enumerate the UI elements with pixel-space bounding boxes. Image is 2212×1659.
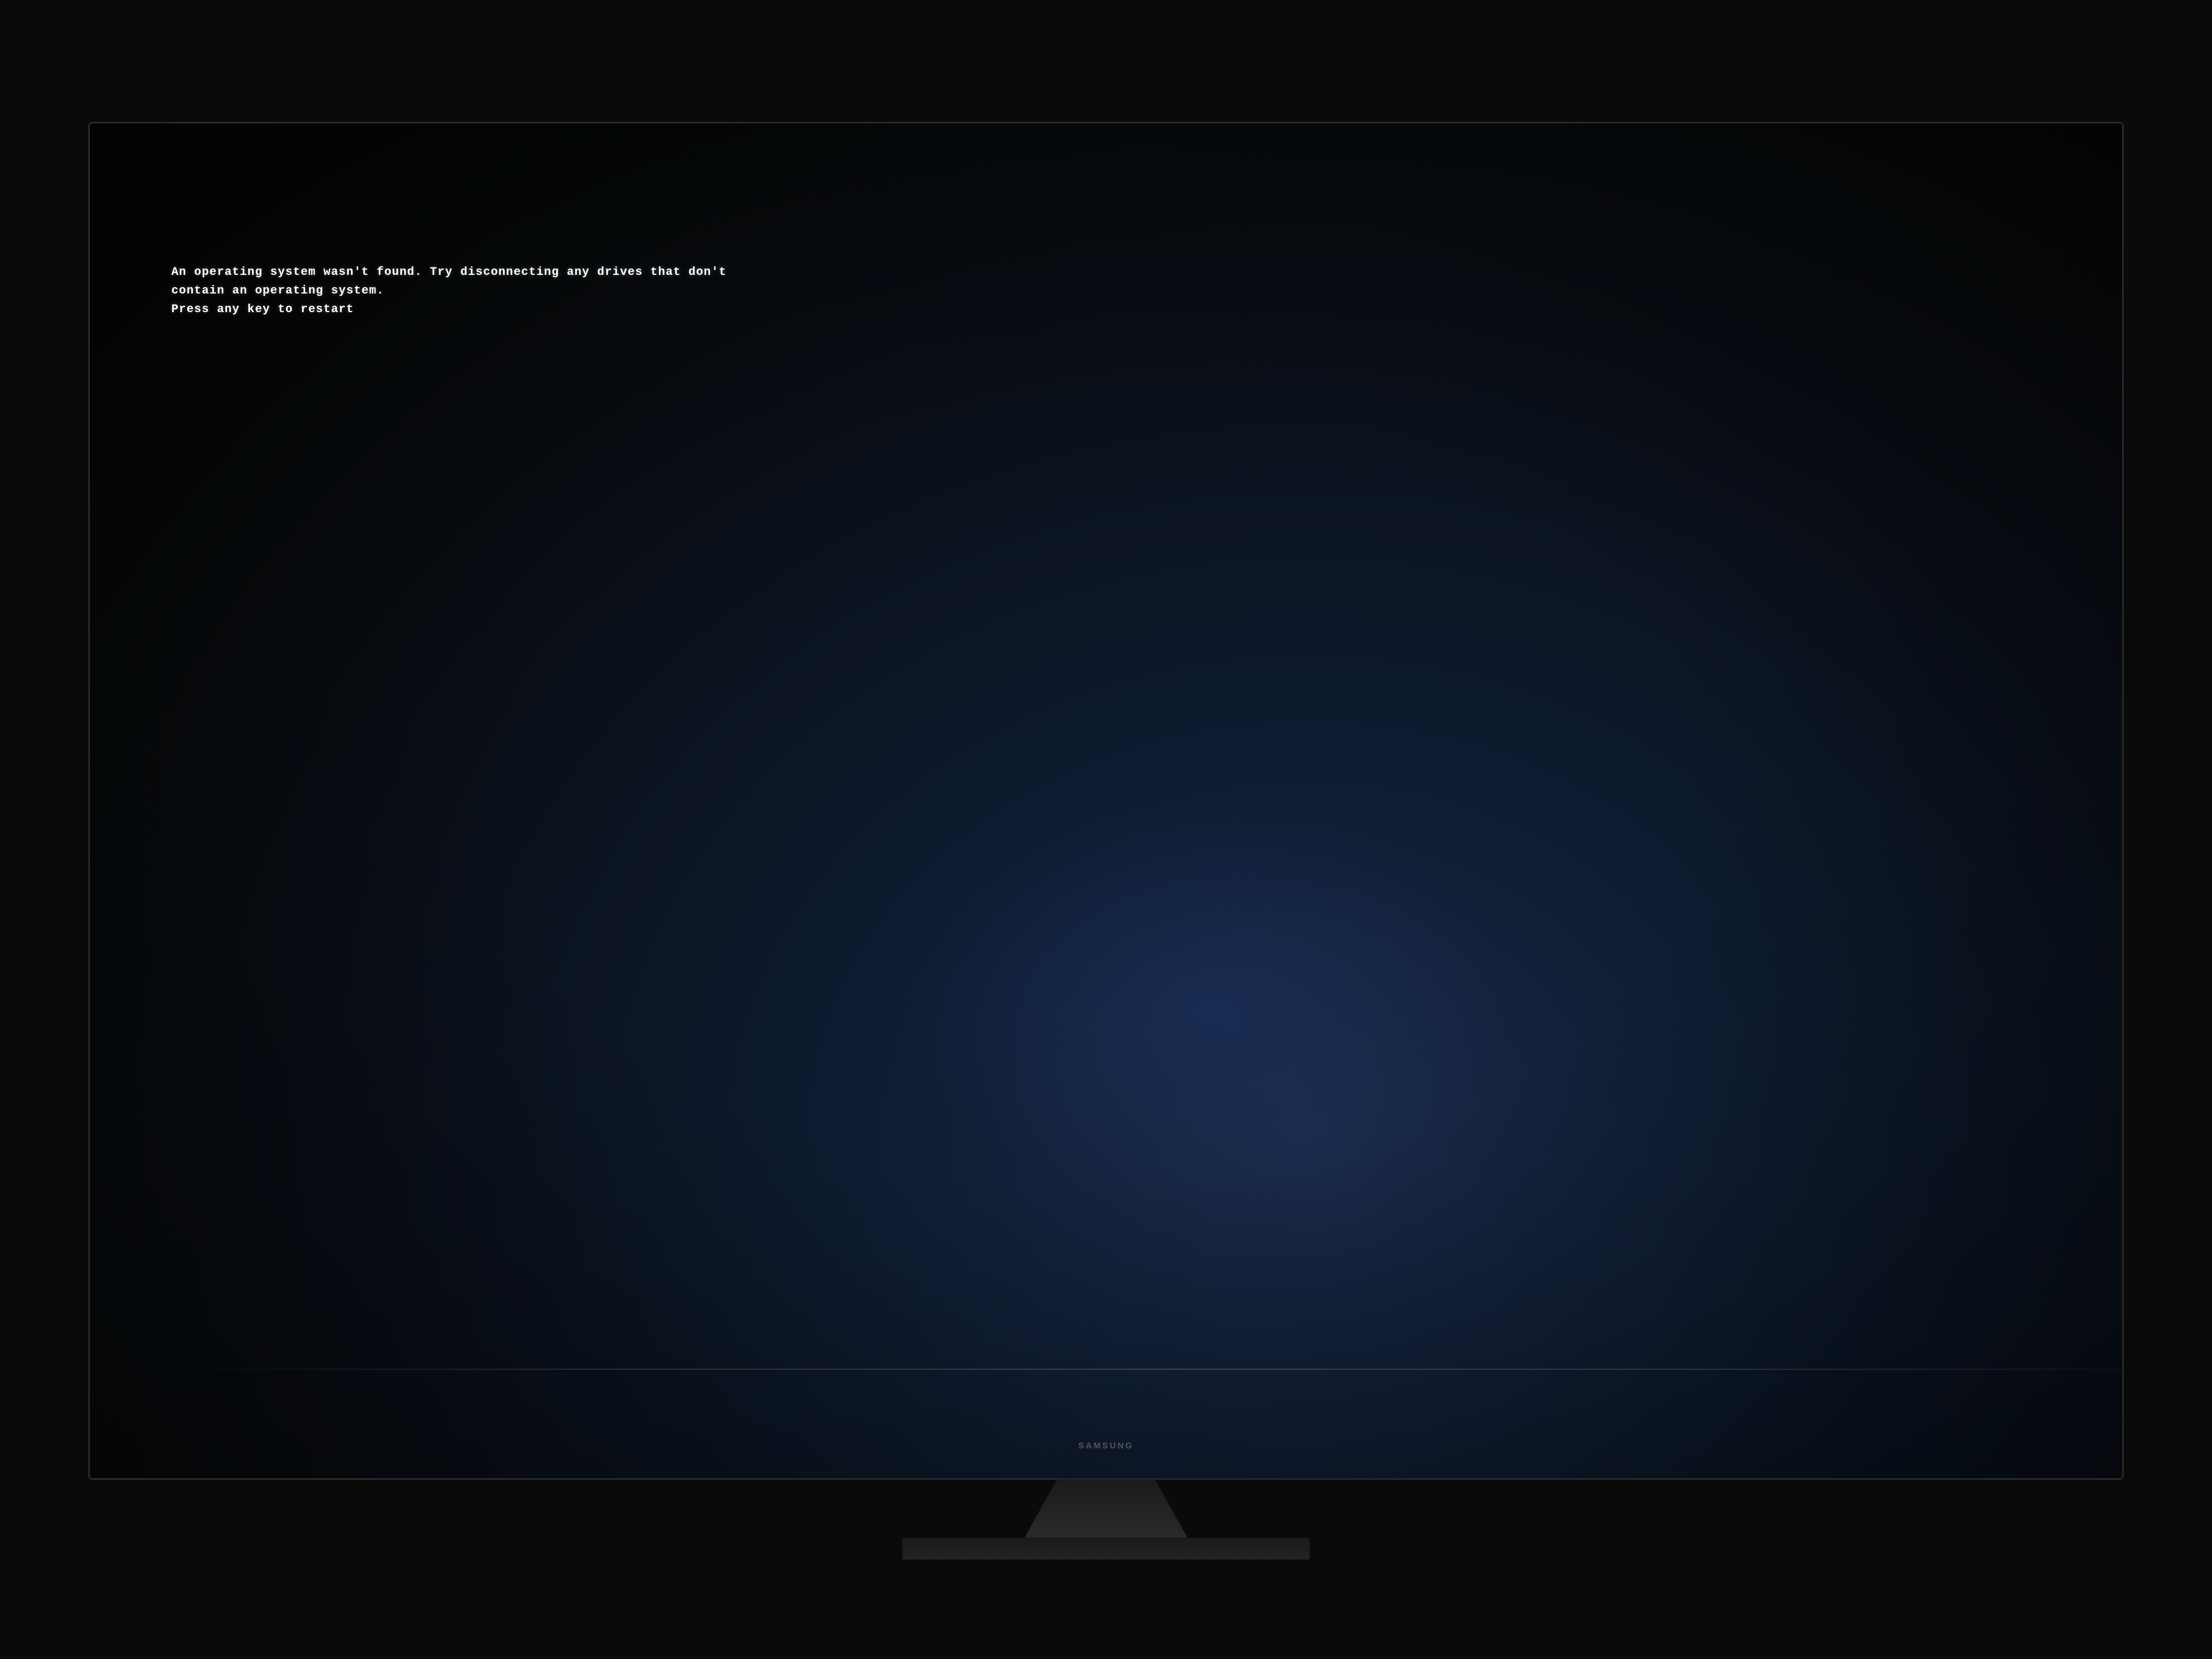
photo-frame: An operating system wasn't found. Try di… [88,99,2123,1560]
error-line-3: Press any key to restart [171,300,2041,319]
monitor-base [902,1538,1309,1560]
error-line-2: contain an operating system. [171,281,2041,300]
screen: An operating system wasn't found. Try di… [90,123,2122,1478]
samsung-logo: SAMSUNG [1078,1442,1134,1451]
monitor: An operating system wasn't found. Try di… [88,122,2123,1479]
error-line-1: An operating system wasn't found. Try di… [171,263,2041,281]
error-message-block: An operating system wasn't found. Try di… [171,263,2041,319]
monitor-stand [1025,1479,1187,1538]
bottom-bar [171,1369,2123,1370]
